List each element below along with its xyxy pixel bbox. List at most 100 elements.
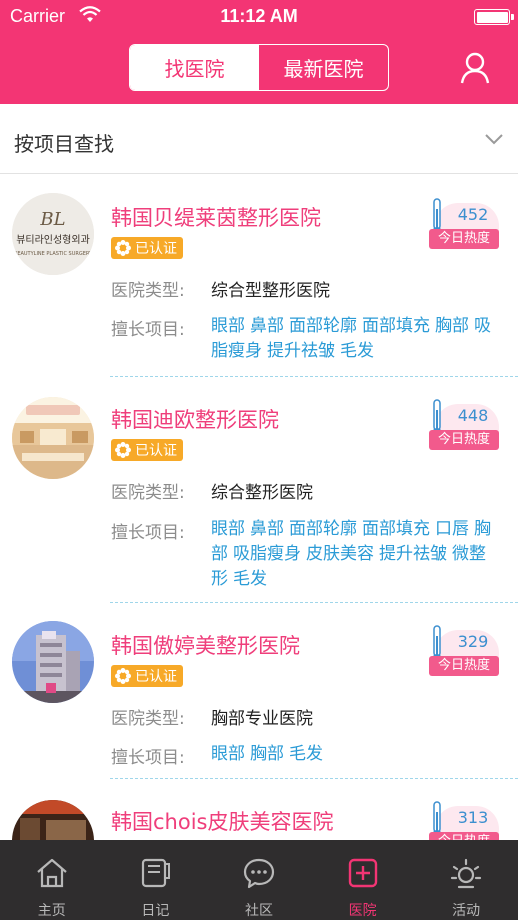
hospital-list-item[interactable]: 韩国迪欧整形医院 已认证 448 今日热度 医院类型: 综合整形医院 擅长项目:… [0,378,518,604]
specialty-tags: 眼部 胸部 毛发 [211,742,496,767]
battery-icon [474,9,514,25]
home-icon [37,858,67,888]
verified-badge: 已认证 [111,439,183,461]
heat-count: 313 [457,808,489,827]
hospital-list-item[interactable]: 韩国chois皮肤美容医院 313 今日热度 [0,780,518,840]
tabbar-label: 主页 [37,903,66,919]
tag[interactable]: 提升祛皱 [267,341,335,361]
specialty-label: 擅长项目: [111,320,185,340]
hospital-avatar: BL 뷰티라인성형외과 BEAUTYLINE PLASTIC SURGERY [12,193,94,275]
tabbar-label: 社区 [244,903,273,919]
heat-label: 今日热度 [429,832,499,840]
chevron-down-icon [485,134,503,145]
tab-find-hospital[interactable]: 找医院 [130,45,259,90]
tabbar-label: 活动 [452,903,481,919]
project-filter[interactable]: 按项目查找 [0,104,518,174]
flower-icon [115,240,131,256]
chat-bubble-icon [243,858,275,889]
verified-badge: 已认证 [111,665,183,687]
flower-icon [115,442,131,458]
heat-indicator: 329 今日热度 [429,624,499,678]
heat-label: 今日热度 [429,430,499,450]
tag[interactable]: 胸部 [435,316,469,336]
flower-icon [115,668,131,684]
plus-square-icon [348,858,377,888]
svg-text:BL: BL [39,209,65,230]
hospital-avatar [12,800,94,840]
type-value: 综合整形医院 [211,483,313,503]
tag[interactable]: 胸部 [250,744,284,764]
tag[interactable]: 眼部 [211,744,245,764]
tag[interactable]: 口唇 [435,519,469,539]
hospital-avatar [12,397,94,479]
heat-indicator: 452 今日热度 [429,197,499,251]
user-icon[interactable] [460,52,490,84]
badge-label: 已认证 [135,669,177,685]
tabbar-label: 医院 [348,903,377,919]
specialty-tags: 眼部 鼻部 面部轮廓 面部填充 胸部 吸脂瘦身 提升祛皱 毛发 [211,314,496,364]
tag[interactable]: 眼部 [211,316,245,336]
tag[interactable]: 面部轮廓 [289,519,357,539]
specialty-label: 擅长项目: [111,523,185,543]
heat-count: 452 [457,205,489,224]
type-value: 胸部专业医院 [211,709,313,729]
heat-count: 448 [457,406,489,425]
segmented-control: 找医院 最新医院 [129,44,389,91]
tag[interactable]: 毛发 [340,341,374,361]
tag[interactable]: 鼻部 [250,316,284,336]
badge-label: 已认证 [135,443,177,459]
hospital-name: 韩国贝缇莱茵整形医院 [111,206,321,230]
sun-icon [451,858,482,889]
type-label: 医院类型: [111,709,185,729]
tabbar-diary[interactable]: 日记 [104,840,208,920]
tag[interactable]: 面部填充 [362,519,430,539]
tag[interactable]: 眼部 [211,519,245,539]
status-bar: Carrier 11:12 AM [0,0,518,34]
specialty-tags: 眼部 鼻部 面部轮廓 面部填充 口唇 胸部 吸脂瘦身 皮肤美容 提升祛皱 微整形 毛发 [211,517,496,592]
type-value: 综合型整形医院 [211,281,330,301]
tag[interactable]: 吸脂瘦身 [233,544,301,564]
type-label: 医院类型: [111,483,185,503]
item-divider [110,602,518,603]
building-photo [12,621,94,703]
tag[interactable]: 提升祛皱 [379,544,447,564]
hospital-list: BL 뷰티라인성형외과 BEAUTYLINE PLASTIC SURGERY 韩… [0,175,518,840]
bottom-tab-bar: 主页 日记 社区 医院 活动 [0,840,518,920]
tabbar-community[interactable]: 社区 [207,840,311,920]
tag[interactable]: 毛发 [233,569,267,589]
hospital-avatar [12,621,94,703]
tag[interactable]: 皮肤美容 [306,544,374,564]
diary-icon [142,858,171,888]
badge-label: 已认证 [135,241,177,257]
tabbar-home[interactable]: 主页 [0,840,104,920]
hospital-list-item[interactable]: BL 뷰티라인성형외과 BEAUTYLINE PLASTIC SURGERY 韩… [0,175,518,378]
tag[interactable]: 鼻部 [250,519,284,539]
heat-indicator: 448 今日热度 [429,398,499,452]
verified-badge: 已认证 [111,237,183,259]
type-label: 医院类型: [111,281,185,301]
item-divider [110,376,518,377]
clock: 11:12 AM [220,6,298,26]
logo-korean-text: 뷰티라인성형외과 [16,234,90,246]
hospital-list-item[interactable]: 韩国傲婷美整形医院 已认证 329 今日热度 医院类型: 胸部专业医院 擅长项目… [0,604,518,780]
tabbar-hospital[interactable]: 医院 [311,840,415,920]
heat-indicator: 313 今日热度 [429,800,499,840]
heat-label: 今日热度 [429,656,499,676]
hospital-name: 韩国傲婷美整形医院 [111,634,300,658]
heat-label: 今日热度 [429,229,499,249]
filter-label: 按项目查找 [14,132,114,156]
tag[interactable]: 面部轮廓 [289,316,357,336]
tag[interactable]: 毛发 [289,744,323,764]
tabbar-events[interactable]: 活动 [414,840,518,920]
clinic-interior-photo [12,397,94,479]
tab-latest-hospitals[interactable]: 最新医院 [259,45,388,90]
tag[interactable]: 面部填充 [362,316,430,336]
specialty-label: 擅长项目: [111,748,185,768]
tabbar-label: 日记 [141,903,170,919]
header-bar: Carrier 11:12 AM 找医院 最新医院 [0,0,518,104]
hospital-name: 韩国迪欧整形医院 [111,408,279,432]
clinic-photo [12,800,94,840]
hospital-logo: BL 뷰티라인성형외과 BEAUTYLINE PLASTIC SURGERY [12,193,94,275]
logo-english-text: BEAUTYLINE PLASTIC SURGERY [14,251,93,257]
hospital-name: 韩国chois皮肤美容医院 [111,810,334,834]
